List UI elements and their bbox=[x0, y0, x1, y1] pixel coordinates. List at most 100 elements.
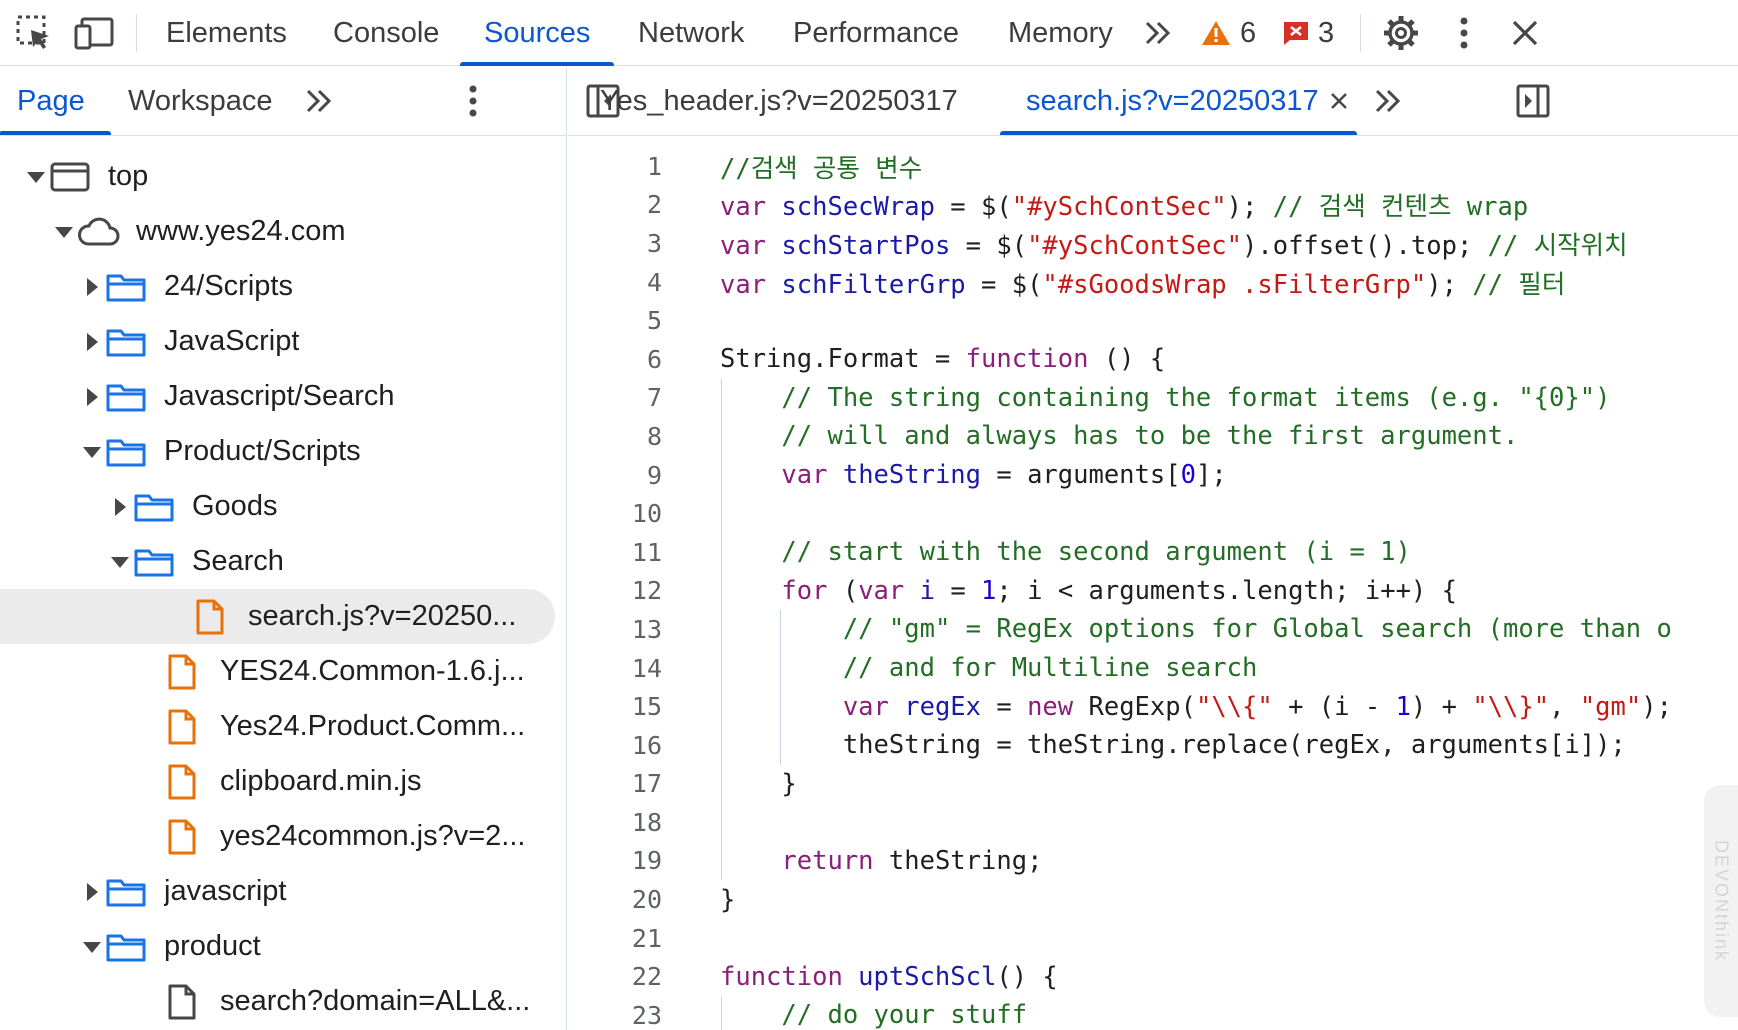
expanded-arrow-icon[interactable] bbox=[80, 440, 104, 464]
expanded-arrow-icon[interactable] bbox=[108, 550, 132, 574]
close-tab-icon[interactable] bbox=[1329, 91, 1349, 111]
expanded-arrow-icon[interactable] bbox=[24, 165, 48, 189]
device-toolbar-icon[interactable] bbox=[74, 13, 114, 53]
chevrons-right-icon[interactable] bbox=[304, 67, 334, 135]
code-line[interactable]: 2 var schSecWrap = $("#ySchContSec"); // … bbox=[568, 186, 1738, 225]
navigator-more-icon[interactable] bbox=[468, 67, 478, 135]
code-area[interactable]: 1//검색 공통 변수 2 var schSecWrap = $("#ySchCon… bbox=[568, 147, 1738, 1030]
line-number[interactable]: 11 bbox=[568, 538, 662, 567]
code-line[interactable]: 12 for (var i = 1; i < arguments.length;… bbox=[568, 572, 1738, 611]
tree-item[interactable]: www.yes24.com bbox=[0, 204, 566, 259]
collapsed-arrow-icon[interactable] bbox=[108, 495, 132, 519]
line-number[interactable]: 14 bbox=[568, 654, 662, 683]
chevrons-right-icon[interactable] bbox=[1138, 13, 1178, 53]
tab-sources[interactable]: Sources bbox=[459, 0, 615, 66]
editor-tab-yes-header[interactable]: Yes_header.js?v=20250317 bbox=[600, 67, 958, 135]
code-line[interactable]: 17 } bbox=[568, 765, 1738, 804]
tree-item[interactable]: Search bbox=[0, 534, 566, 589]
tree-item[interactable]: clipboard.min.js bbox=[0, 754, 566, 809]
tree-item[interactable]: top bbox=[0, 149, 566, 204]
line-number[interactable]: 5 bbox=[568, 306, 662, 335]
code-line[interactable]: 4 var schFilterGrp = $("#sGoodsWrap .sFil… bbox=[568, 263, 1738, 302]
code-line[interactable]: 11 // start with the second argument (i … bbox=[568, 533, 1738, 572]
code-line[interactable]: 16 theString = theString.replace(regEx, … bbox=[568, 726, 1738, 765]
tab-elements[interactable]: Elements bbox=[164, 0, 289, 66]
line-number[interactable]: 3 bbox=[568, 229, 662, 258]
collapsed-arrow-icon[interactable] bbox=[80, 880, 104, 904]
code-line[interactable]: 15 var regEx = new RegExp("\\{" + (i - 1… bbox=[568, 687, 1738, 726]
tree-item[interactable]: search.js?v=20250... bbox=[0, 589, 555, 644]
line-number[interactable]: 1 bbox=[568, 152, 662, 181]
expanded-arrow-icon[interactable] bbox=[52, 220, 76, 244]
tab-network[interactable]: Network bbox=[636, 0, 746, 66]
inspect-element-icon[interactable] bbox=[14, 13, 54, 53]
line-number[interactable]: 9 bbox=[568, 461, 662, 490]
line-number[interactable]: 13 bbox=[568, 615, 662, 644]
tree-item[interactable]: Product/Scripts bbox=[0, 424, 566, 479]
tree-item[interactable]: product bbox=[0, 919, 566, 974]
code-line[interactable]: 20} bbox=[568, 880, 1738, 919]
code-token: uptSchScl bbox=[858, 961, 997, 992]
code-line[interactable]: 21 bbox=[568, 919, 1738, 958]
tree-item[interactable]: Yes24.Product.Comm... bbox=[0, 699, 566, 754]
side-hint-tab[interactable]: DEVONthink bbox=[1704, 785, 1738, 1017]
code-line[interactable]: 19 return theString; bbox=[568, 842, 1738, 881]
toggle-debugger-icon[interactable] bbox=[1516, 67, 1550, 135]
line-number[interactable]: 4 bbox=[568, 268, 662, 297]
line-number[interactable]: 12 bbox=[568, 576, 662, 605]
chevrons-right-icon[interactable] bbox=[1373, 67, 1403, 135]
code-token: var bbox=[720, 269, 782, 300]
code-line[interactable]: 5 bbox=[568, 301, 1738, 340]
code-line[interactable]: 23 // do your stuff bbox=[568, 996, 1738, 1030]
tree-item[interactable]: JavaScript bbox=[0, 314, 566, 369]
tree-item[interactable]: yes24common.js?v=2... bbox=[0, 809, 566, 864]
collapsed-arrow-icon[interactable] bbox=[80, 275, 104, 299]
code-line[interactable]: 18 bbox=[568, 803, 1738, 842]
collapsed-arrow-icon[interactable] bbox=[80, 385, 104, 409]
code-line[interactable]: 13 // "gm" = RegEx options for Global se… bbox=[568, 610, 1738, 649]
editor-tab-search-js[interactable]: search.js?v=20250317 bbox=[1000, 67, 1357, 135]
line-number[interactable]: 15 bbox=[568, 692, 662, 721]
line-number[interactable]: 16 bbox=[568, 731, 662, 760]
line-number[interactable]: 18 bbox=[568, 808, 662, 837]
line-number[interactable]: 2 bbox=[568, 190, 662, 219]
settings-gear-icon[interactable] bbox=[1381, 13, 1421, 53]
line-number[interactable]: 7 bbox=[568, 383, 662, 412]
collapsed-arrow-icon[interactable] bbox=[80, 330, 104, 354]
line-number[interactable]: 17 bbox=[568, 769, 662, 798]
code-line[interactable]: 22 function uptSchScl() { bbox=[568, 957, 1738, 996]
expanded-arrow-icon[interactable] bbox=[80, 935, 104, 959]
line-number[interactable]: 21 bbox=[568, 924, 662, 953]
tree-item[interactable]: 24/Scripts bbox=[0, 259, 566, 314]
tree-item[interactable]: YES24.Common-1.6.j... bbox=[0, 644, 566, 699]
code-line[interactable]: 8 // will and always has to be the first… bbox=[568, 417, 1738, 456]
line-number[interactable]: 10 bbox=[568, 499, 662, 528]
line-number[interactable]: 6 bbox=[568, 345, 662, 374]
warnings-badge[interactable]: 6 bbox=[1200, 0, 1256, 66]
line-number[interactable]: 22 bbox=[568, 962, 662, 991]
code-line[interactable]: 10 bbox=[568, 494, 1738, 533]
tab-console[interactable]: Console bbox=[331, 0, 441, 66]
code-line[interactable]: 14 // and for Multiline search bbox=[568, 649, 1738, 688]
code-line[interactable]: 3 var schStartPos = $("#ySchContSec").off… bbox=[568, 224, 1738, 263]
tree-item[interactable]: search?domain=ALL&... bbox=[0, 974, 566, 1029]
code-line[interactable]: 6 String.Format = function () { bbox=[568, 340, 1738, 379]
line-number[interactable]: 19 bbox=[568, 846, 662, 875]
close-icon[interactable] bbox=[1505, 13, 1545, 53]
code-line[interactable]: 9 var theString = arguments[0]; bbox=[568, 456, 1738, 495]
tree-item[interactable]: Javascript/Search bbox=[0, 369, 566, 424]
code-line[interactable]: 7 // The string containing the format it… bbox=[568, 379, 1738, 418]
tree-item[interactable]: javascript bbox=[0, 864, 566, 919]
line-number[interactable]: 8 bbox=[568, 422, 662, 451]
errors-badge[interactable]: 3 bbox=[1282, 0, 1334, 66]
tree-item[interactable]: Goods bbox=[0, 479, 566, 534]
tab-workspace[interactable]: Workspace bbox=[128, 67, 273, 135]
line-number[interactable]: 23 bbox=[568, 1001, 662, 1030]
code-token: var bbox=[720, 230, 782, 261]
tab-page[interactable]: Page bbox=[0, 67, 111, 135]
code-line[interactable]: 1 //검색 공통 변수 bbox=[568, 147, 1738, 186]
more-options-icon[interactable] bbox=[1444, 13, 1484, 53]
tab-performance[interactable]: Performance bbox=[791, 0, 961, 66]
line-number[interactable]: 20 bbox=[568, 885, 662, 914]
tab-memory[interactable]: Memory bbox=[1006, 0, 1115, 66]
